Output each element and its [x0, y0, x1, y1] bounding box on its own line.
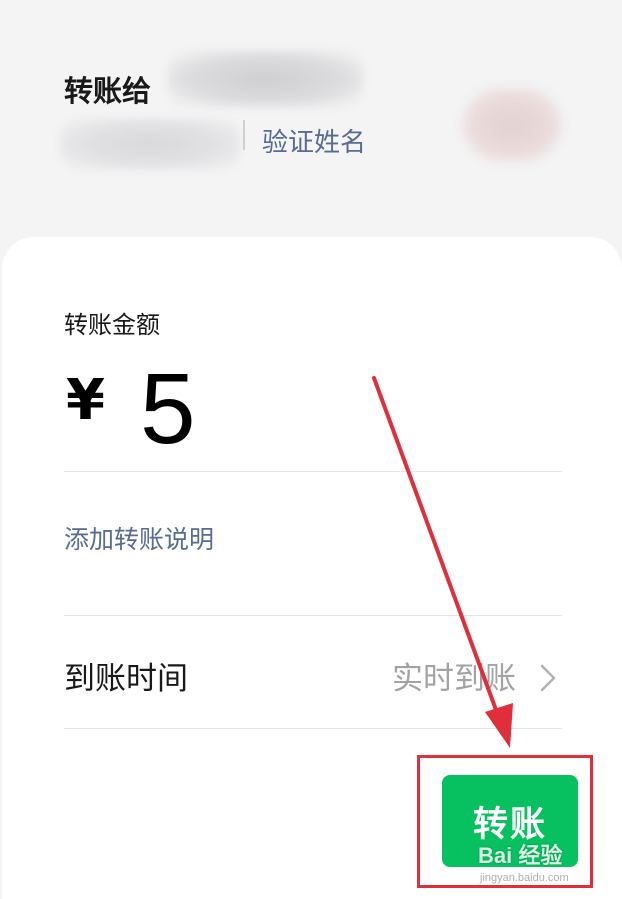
payee-avatar [462, 88, 562, 162]
amount-label: 转账金额 [64, 311, 160, 339]
transfer-to-title: 转账给 [64, 74, 152, 108]
baidu-watermark: Bai 经验 [478, 843, 563, 868]
chevron-right-icon [540, 664, 556, 692]
currency-symbol: ¥ [66, 368, 105, 433]
baidu-watermark-url: jingyan.baidu.com [480, 872, 569, 884]
arrival-time-value: 实时到账 [392, 661, 516, 697]
verify-name-link[interactable]: 验证姓名 [262, 122, 366, 159]
arrival-time-label: 到账时间 [64, 661, 188, 697]
payee-name-blurred [168, 50, 363, 108]
add-note-link[interactable]: 添加转账说明 [64, 520, 214, 556]
payee-header: 转账给 验证姓名 [0, 0, 622, 240]
verify-divider [243, 120, 245, 150]
arrival-divider [64, 728, 562, 729]
amount-input[interactable]: 5 [140, 352, 196, 467]
payee-account-blurred [60, 118, 240, 170]
amount-divider [64, 471, 562, 472]
arrival-time-row[interactable]: 到账时间 实时到账 [0, 616, 622, 728]
